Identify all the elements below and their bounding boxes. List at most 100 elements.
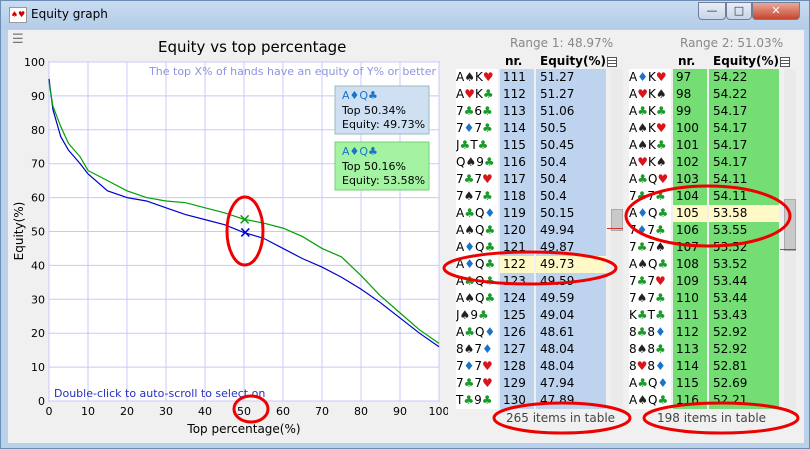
nr-cell: 128 [500, 358, 534, 375]
equity-cell: 54.17 [709, 120, 779, 137]
hand-cell: 8♠7♦ [456, 341, 498, 358]
tooltip1-hand: A♦Q♣ [342, 89, 378, 102]
equity-cell: 50.4 [536, 171, 606, 188]
equity-cell: 48.61 [536, 324, 606, 341]
hand-cell: 7♣7♥ [456, 171, 498, 188]
equity-cell: 54.11 [709, 188, 779, 205]
nr-cell: 113 [673, 341, 707, 358]
app-icon: ♠♥ [9, 7, 27, 23]
close-icon[interactable]: ✕ [752, 2, 800, 20]
range1-scrollbar[interactable] [607, 69, 623, 409]
range2-col-nr[interactable]: nr. [678, 54, 695, 68]
equity-cell: 53.43 [709, 307, 779, 324]
x-tick-label: 50 [237, 405, 251, 418]
nr-cell: 103 [673, 171, 707, 188]
y-axis-label: Equity(%) [12, 202, 26, 261]
nr-cell: 120 [500, 222, 534, 239]
nr-cell: 130 [500, 392, 534, 409]
hand-cell: A♣Q♦ [456, 205, 498, 222]
equity-cell: 47.94 [536, 375, 606, 392]
equity-cell: 52.21 [709, 392, 779, 409]
nr-cell: 112 [500, 86, 534, 103]
nr-cell: 115 [673, 375, 707, 392]
y-tick-label: 30 [31, 293, 45, 306]
equity-chart[interactable]: 0 10 20 30 40 50 60 70 80 90 100 0 10 20 30 40 50 60 70 80 9… [8, 30, 448, 443]
title-bar[interactable]: ♠♥ Equity graph — □ ✕ [1, 1, 809, 29]
hand-cell: A♠Q♣ [629, 392, 671, 409]
hand-cell: 7♦7♣ [456, 120, 498, 137]
range1-title: Range 1: 48.97% [510, 36, 614, 50]
equity-cell: 50.45 [536, 137, 606, 154]
nr-cell: 106 [673, 222, 707, 239]
x-axis-label: Top percentage(%) [186, 422, 300, 436]
hand-cell: A♥K♠ [629, 86, 671, 103]
hand-cell: A♠K♥ [456, 69, 498, 86]
equity-cell: 53.58 [709, 205, 779, 222]
nr-cell: 119 [500, 205, 534, 222]
client-area: ☰ Equity vs top percentage 0 10 20 30 40 50 60… [8, 30, 804, 443]
equity-cell: 52.69 [709, 375, 779, 392]
nr-cell: 114 [673, 358, 707, 375]
y-tick-label: 60 [31, 192, 45, 205]
tooltip-range1: A♦Q♣ Top 50.34% Equity: 49.73% [334, 85, 430, 135]
nr-cell: 115 [500, 137, 534, 154]
range1-table: A♠K♥ 111 51.27 A♥K♣ 112 51.27 7♣6♣ 113 51.06 7♦7♣… [456, 69, 606, 409]
maximize-icon[interactable]: □ [726, 2, 752, 20]
hand-cell: 7♣6♣ [456, 103, 498, 120]
y-tick-label: 0 [38, 395, 45, 408]
tooltip-range2: A♦Q♣ Top 50.16% Equity: 53.58% [334, 141, 430, 191]
hand-cell: A♠K♣ [629, 137, 671, 154]
y-tick-label: 20 [31, 327, 45, 340]
equity-cell: 52.81 [709, 358, 779, 375]
equity-cell: 49.87 [536, 239, 606, 256]
hand-cell: 7♣7♥ [456, 375, 498, 392]
nr-cell: 98 [673, 86, 707, 103]
range2-column-menu-icon[interactable] [780, 57, 790, 67]
nr-cell: 116 [500, 154, 534, 171]
hand-cell: A♣Q♥ [629, 171, 671, 188]
equity-graph-window: ♠♥ Equity graph — □ ✕ ☰ Equity vs top pe… [0, 0, 810, 449]
tooltip1-equity: Equity: 49.73% [342, 118, 425, 131]
equity-cell: 53.44 [709, 290, 779, 307]
hand-cell: A♣Q♦ [629, 375, 671, 392]
tooltip2-equity: Equity: 53.58% [342, 174, 425, 187]
x-tick-label: 70 [315, 405, 329, 418]
equity-cell: 52.92 [709, 341, 779, 358]
nr-cell: 122 [500, 256, 534, 273]
hand-cell: A♠Q♣ [629, 256, 671, 273]
footer-hint: Double-click to auto-scroll to select on [54, 387, 265, 400]
nr-cell: 97 [673, 69, 707, 86]
range1-column-menu-icon[interactable] [607, 57, 617, 67]
hand-cell: 7♣7♠ [629, 239, 671, 256]
range2-footer: 198 items in table [657, 411, 767, 425]
x-tick-label: 20 [120, 405, 134, 418]
y-tick-label: 50 [31, 226, 45, 239]
hand-cell: A♣Q♣ [456, 273, 498, 290]
nr-cell: 116 [673, 392, 707, 409]
range2-scrollbar-thumb[interactable] [784, 199, 796, 251]
equity-cell: 49.04 [536, 307, 606, 324]
range2-col-equity[interactable]: Equity(%) [713, 54, 779, 68]
range1-col-nr[interactable]: nr. [505, 54, 522, 68]
nr-cell: 101 [673, 137, 707, 154]
hand-cell: A♠K♥ [629, 120, 671, 137]
equity-cell: 53.52 [709, 239, 779, 256]
tooltip1-top: Top 50.34% [341, 104, 406, 117]
range2-scrollbar[interactable] [780, 69, 796, 409]
nr-cell: 102 [673, 154, 707, 171]
hand-cell: 7♦7♥ [456, 358, 498, 375]
hand-cell: A♦Q♣ [456, 256, 498, 273]
tooltip2-hand: A♦Q♣ [342, 145, 378, 158]
range1-col-equity[interactable]: Equity(%) [540, 54, 606, 68]
hand-cell: K♣T♣ [629, 307, 671, 324]
chart-subtitle: The top X% of hands have an equity of Y%… [148, 65, 436, 78]
hand-cell: 7♠7♣ [456, 188, 498, 205]
x-tick-label: 30 [159, 405, 173, 418]
nr-cell: 105 [673, 205, 707, 222]
nr-cell: 99 [673, 103, 707, 120]
hand-cell: 8♥8♦ [629, 358, 671, 375]
minimize-icon[interactable]: — [698, 2, 726, 20]
hand-cell: 7♣7♣ [629, 188, 671, 205]
equity-cell: 53.55 [709, 222, 779, 239]
hand-cell: A♦Q♣ [456, 239, 498, 256]
